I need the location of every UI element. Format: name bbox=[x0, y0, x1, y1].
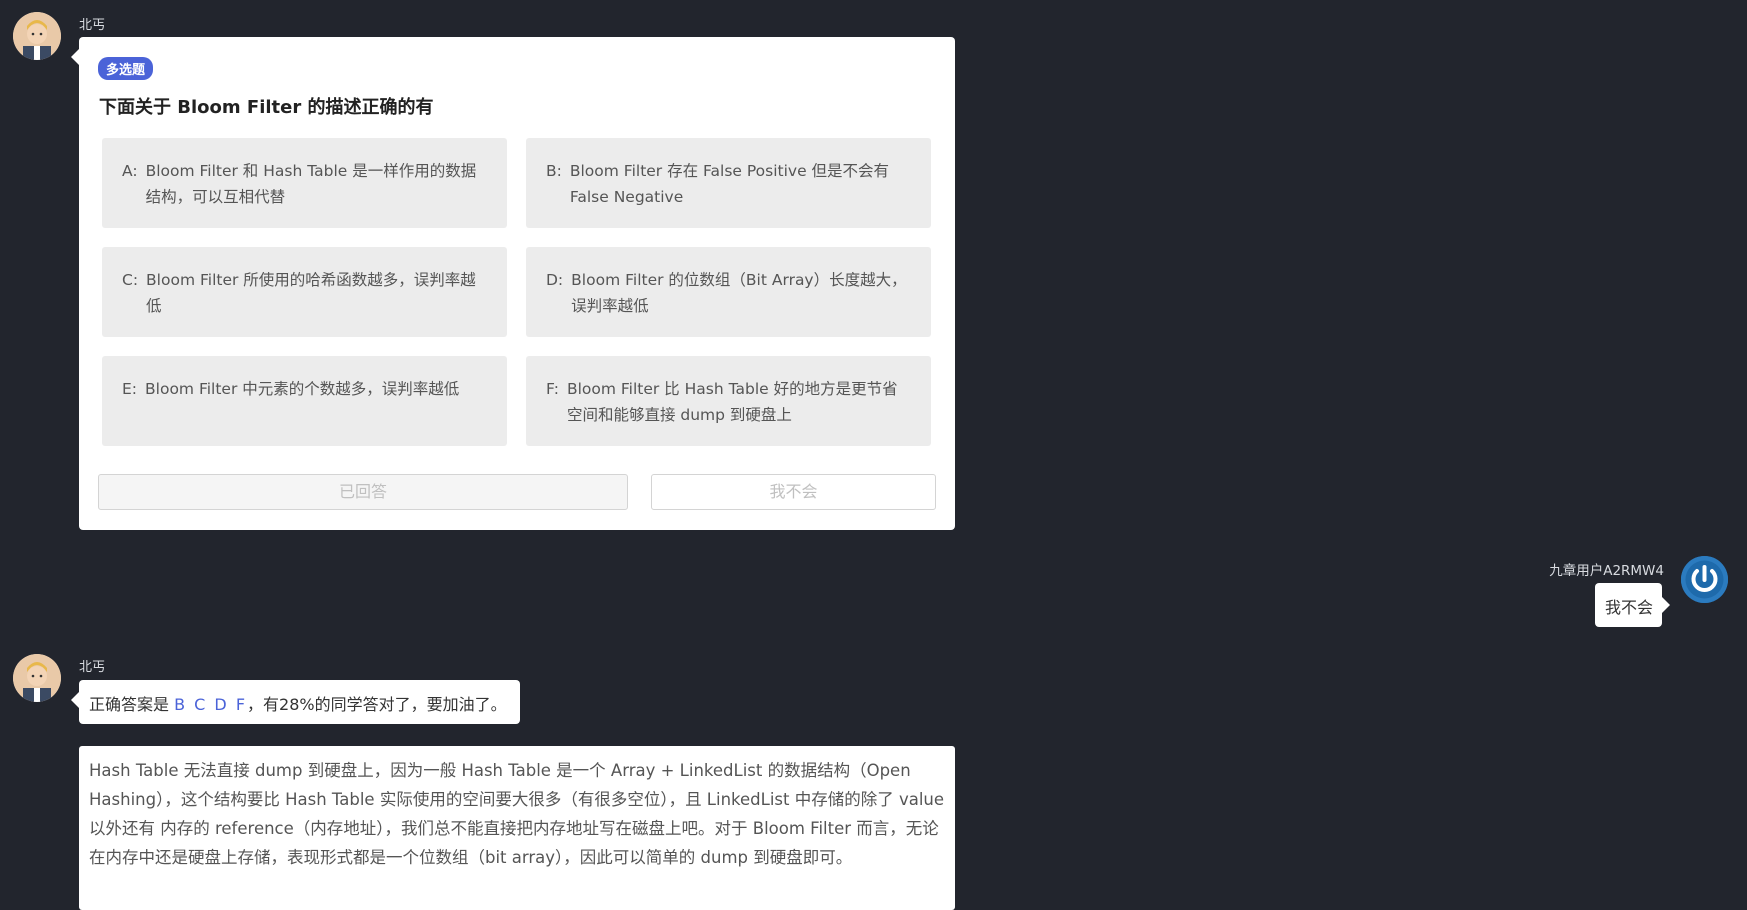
answer-suffix: ，有28%的同学答对了，要加油了。 bbox=[247, 695, 507, 714]
bot-avatar bbox=[13, 12, 61, 60]
option-key: D: bbox=[546, 271, 564, 289]
question-card: 多选题 下面关于 Bloom Filter 的描述正确的有 A: Bloom F… bbox=[71, 37, 955, 530]
question-title: 下面关于 Bloom Filter 的描述正确的有 bbox=[99, 97, 434, 118]
dont-know-button[interactable]: 我不会 bbox=[651, 474, 936, 510]
option-text: Bloom Filter 比 Hash Table 好的地方是更节省空间和能够直… bbox=[566, 380, 898, 424]
explanation-text: Hash Table 无法直接 dump 到硬盘上，因为一般 Hash Tabl… bbox=[79, 746, 955, 910]
option-key: E: bbox=[122, 380, 138, 398]
option-text: Bloom Filter 的位数组（Bit Array）长度越大，误判率越低 bbox=[571, 271, 907, 315]
answered-button[interactable]: 已回答 bbox=[98, 474, 628, 510]
user-avatar bbox=[1681, 556, 1728, 603]
multi-choice-badge: 多选题 bbox=[98, 57, 154, 80]
option-d[interactable]: D: Bloom Filter 的位数组（Bit Array）长度越大，误判率越… bbox=[526, 247, 931, 337]
option-text: Bloom Filter 存在 False Positive 但是不会有 Fal… bbox=[569, 162, 890, 206]
option-key: A: bbox=[122, 162, 138, 180]
user-sender-name: 九章用户A2RMW4 bbox=[1549, 563, 1664, 579]
bot-avatar bbox=[13, 654, 61, 702]
option-f[interactable]: F: Bloom Filter 比 Hash Table 好的地方是更节省空间和… bbox=[526, 356, 931, 446]
power-logo-icon bbox=[1681, 556, 1728, 603]
option-c[interactable]: C: Bloom Filter 所使用的哈希函数越多，误判率越低 bbox=[102, 247, 507, 337]
option-key: B: bbox=[546, 162, 562, 180]
answer-prefix: 正确答案是 bbox=[89, 695, 170, 714]
bot-sender-name: 北丐 bbox=[79, 660, 106, 675]
option-text: Bloom Filter 所使用的哈希函数越多，误判率越低 bbox=[146, 271, 476, 315]
answer-letters: B C D F bbox=[174, 695, 248, 714]
person-avatar-icon bbox=[13, 654, 61, 702]
option-b[interactable]: B: Bloom Filter 存在 False Positive 但是不会有 … bbox=[526, 138, 931, 228]
option-a[interactable]: A: Bloom Filter 和 Hash Table 是一样作用的数据结构，… bbox=[102, 138, 507, 228]
answer-bubble: 正确答案是 B C D F，有28%的同学答对了，要加油了。 bbox=[71, 680, 520, 724]
person-avatar-icon bbox=[13, 12, 61, 60]
option-text: Bloom Filter 中元素的个数越多，误判率越低 bbox=[145, 380, 460, 398]
option-key: F: bbox=[546, 380, 559, 398]
option-text: Bloom Filter 和 Hash Table 是一样作用的数据结构，可以互… bbox=[145, 162, 477, 206]
option-key: C: bbox=[122, 271, 139, 289]
user-reply-text: 我不会 bbox=[1605, 598, 1654, 617]
bot-sender-name: 北丐 bbox=[79, 18, 106, 33]
user-reply-bubble: 我不会 bbox=[1595, 583, 1670, 627]
option-e[interactable]: E: Bloom Filter 中元素的个数越多，误判率越低 bbox=[102, 356, 507, 446]
